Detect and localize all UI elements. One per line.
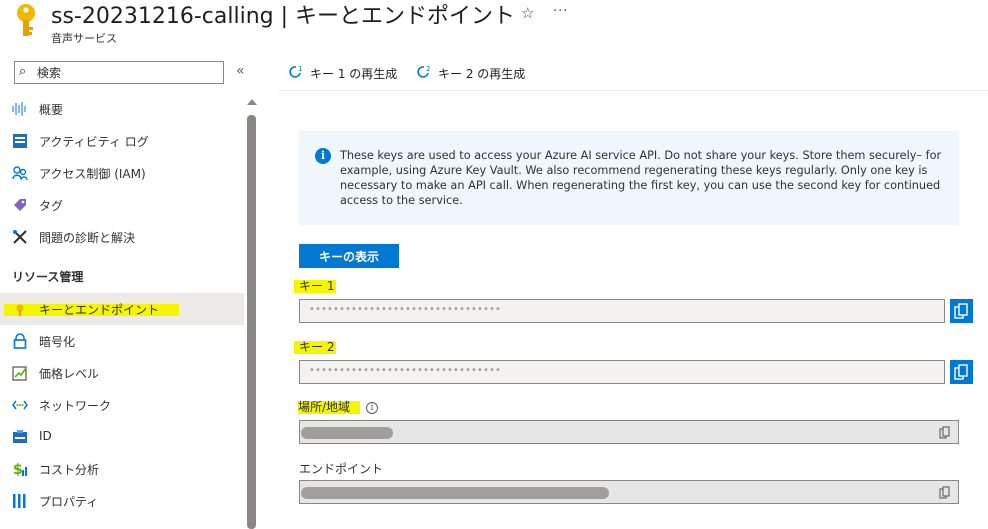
favorite-star-icon[interactable]: ☆ — [521, 4, 534, 22]
search-icon: ⌕ — [19, 64, 27, 79]
sidebar-item-label: アクセス制御 (IAM) — [39, 167, 146, 181]
key2-field[interactable]: •••••••••••••••••••••••••••••••• — [299, 360, 945, 384]
sidebar-item-label: 問題の診断と解決 — [39, 231, 136, 245]
sidebar-item-cost-analysis[interactable]: $ コスト分析 — [0, 453, 244, 485]
sidebar-item-identity[interactable]: ID — [0, 421, 244, 453]
copy-key1-button[interactable] — [950, 299, 973, 323]
svg-text:2: 2 — [426, 65, 430, 73]
tag-icon — [12, 197, 28, 213]
sidebar-item-access-control[interactable]: アクセス制御 (IAM) — [0, 157, 244, 189]
resource-type: 音声サービス — [51, 32, 117, 45]
regenerate-key2-label: キー 2 の再生成 — [438, 67, 526, 81]
info-banner: i These keys are used to access your Azu… — [299, 131, 959, 225]
key1-field[interactable]: •••••••••••••••••••••••••••••••• — [299, 299, 945, 323]
properties-icon — [12, 493, 28, 509]
page-title: ss-20231216-calling | キーとエンドポイント — [51, 4, 515, 29]
refresh-icon: 2 — [416, 64, 432, 80]
sidebar-item-keys-endpoint[interactable]: キーとエンドポイント — [0, 293, 244, 325]
search-input[interactable] — [37, 64, 217, 81]
key2-label: キー 2 — [294, 341, 336, 354]
sidebar-search-box[interactable]: ⌕ — [14, 61, 224, 84]
show-keys-button[interactable]: キーの表示 — [299, 244, 399, 268]
sidebar-item-label: 暗号化 — [39, 335, 76, 349]
sidebar-item-encryption[interactable]: 暗号化 — [0, 325, 244, 357]
sidebar-item-label: ID — [39, 429, 52, 443]
refresh-icon: 1 — [288, 64, 304, 80]
sidebar-section-header: リソース管理 — [12, 270, 84, 284]
sidebar-item-activity-log[interactable]: アクティビティ ログ — [0, 125, 244, 157]
sidebar-item-diagnose[interactable]: 問題の診断と解決 — [0, 221, 244, 253]
sidebar-item-label: コスト分析 — [39, 463, 100, 477]
key-icon — [4, 304, 30, 316]
sidebar-item-tags[interactable]: タグ — [0, 189, 244, 221]
overview-icon — [12, 101, 28, 117]
redacted-value — [301, 487, 609, 499]
sidebar-item-overview[interactable]: 概要 — [0, 93, 244, 125]
identity-icon — [12, 429, 28, 445]
sidebar-item-properties[interactable]: プロパティ — [0, 485, 244, 517]
sidebar-item-label: キーとエンドポイント — [30, 304, 179, 316]
wrench-icon — [12, 229, 28, 245]
sidebar-scrollbar[interactable] — [245, 95, 259, 529]
activity-log-icon — [12, 133, 28, 149]
scroll-up-arrow-icon[interactable] — [247, 99, 257, 105]
key-resource-icon — [14, 2, 38, 40]
sidebar-item-networking[interactable]: ネットワーク — [0, 389, 244, 421]
network-icon — [12, 397, 28, 413]
sidebar-item-label: プロパティ — [39, 495, 99, 509]
copy-icon — [954, 303, 969, 319]
sidebar-item-label: タグ — [39, 199, 64, 213]
info-icon: i — [315, 148, 331, 164]
key2-value: •••••••••••••••••••••••••••••••• — [309, 365, 501, 376]
sidebar-item-pricing-tier[interactable]: 価格レベル — [0, 357, 244, 389]
copy-icon[interactable] — [939, 486, 950, 499]
location-label: 場所/地域 — [298, 401, 360, 414]
location-info-icon[interactable]: i — [366, 402, 378, 414]
svg-text:1: 1 — [298, 65, 302, 73]
sidebar-item-label: 概要 — [39, 103, 64, 117]
regenerate-key1-label: キー 1 の再生成 — [310, 67, 398, 81]
copy-icon — [954, 364, 969, 380]
key1-label: キー 1 — [294, 280, 336, 293]
pricing-icon — [12, 365, 28, 381]
lock-icon — [12, 333, 28, 349]
copy-icon[interactable] — [939, 426, 950, 439]
people-icon — [12, 165, 28, 181]
collapse-sidebar-icon[interactable]: « — [236, 63, 245, 79]
endpoint-field[interactable] — [299, 480, 959, 504]
sidebar-item-label: アクティビティ ログ — [39, 135, 149, 149]
scrollbar-thumb[interactable] — [247, 115, 256, 529]
info-text: These keys are used to access your Azure… — [340, 149, 942, 207]
toolbar-divider — [278, 90, 988, 91]
key1-value: •••••••••••••••••••••••••••••••• — [309, 304, 501, 315]
location-field[interactable] — [299, 420, 959, 444]
more-options-icon[interactable]: ··· — [553, 4, 568, 19]
cost-icon: $ — [12, 461, 28, 478]
svg-text:$: $ — [13, 462, 23, 477]
sidebar-item-label: ネットワーク — [39, 399, 112, 413]
redacted-value — [301, 427, 393, 439]
sidebar-item-label: 価格レベル — [39, 367, 100, 381]
copy-key2-button[interactable] — [950, 360, 973, 384]
endpoint-label: エンドポイント — [299, 462, 384, 476]
